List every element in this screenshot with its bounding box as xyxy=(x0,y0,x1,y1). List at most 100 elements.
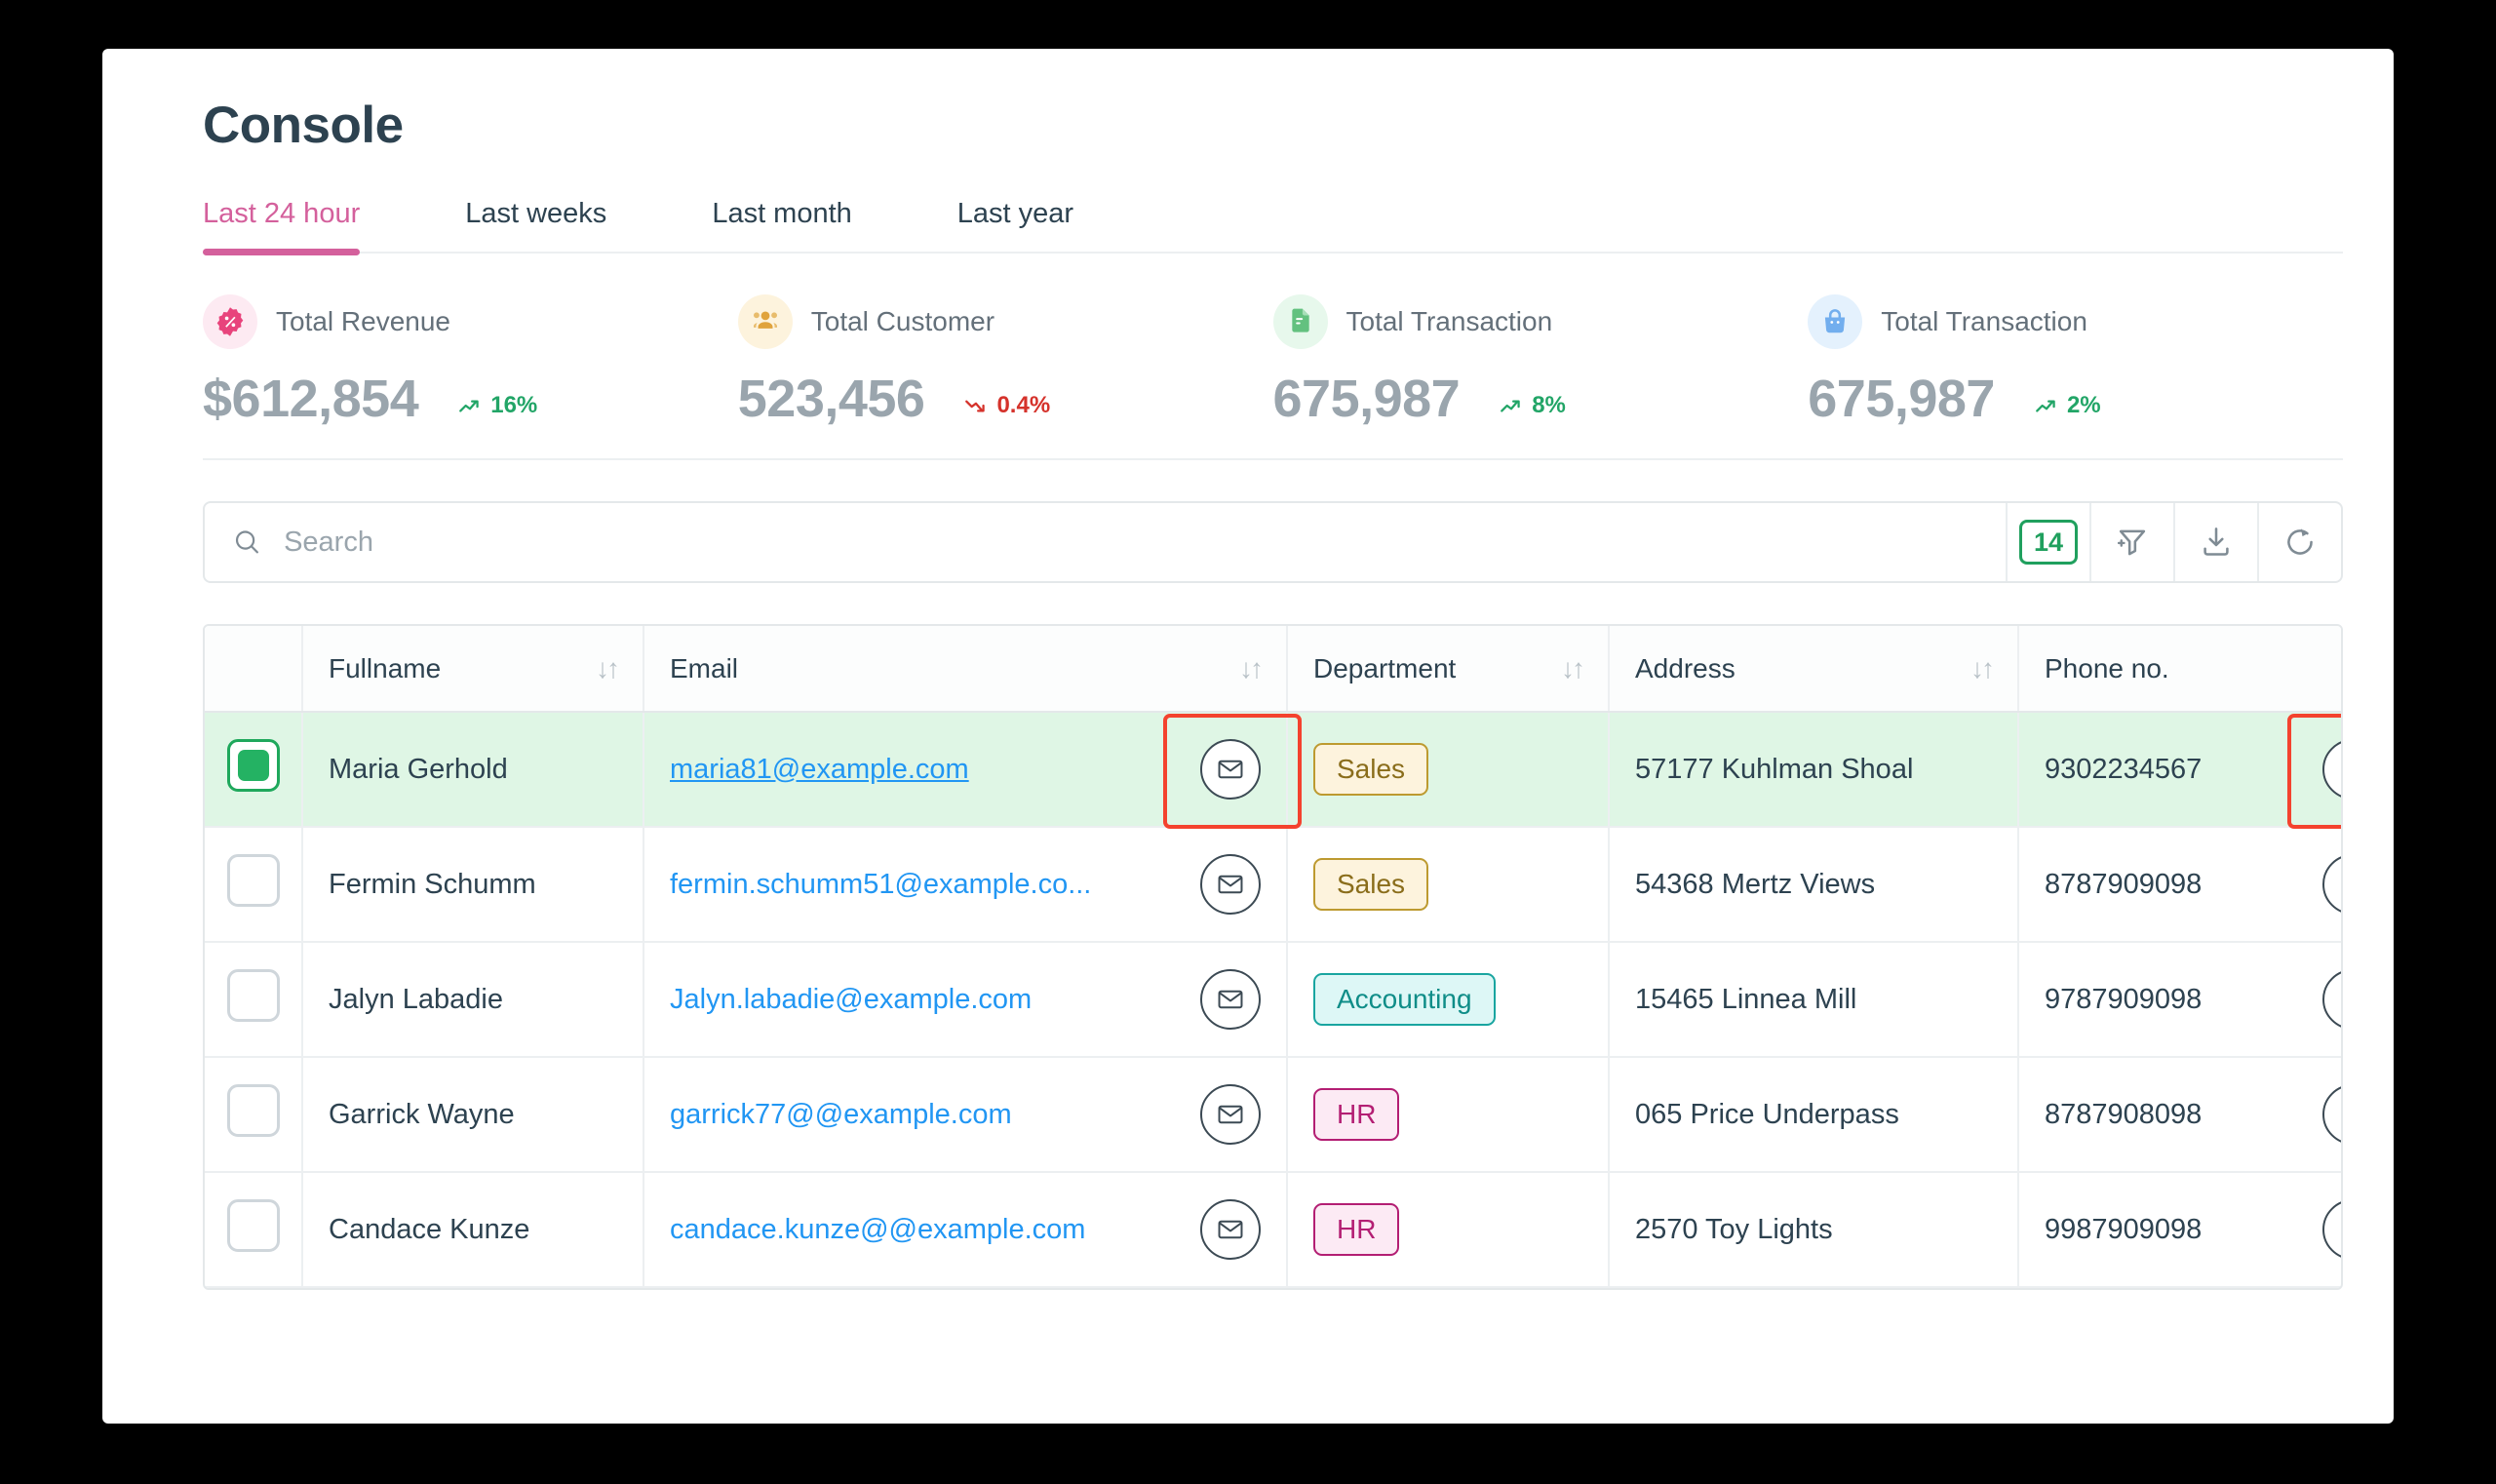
cell-phone: 8787909098 xyxy=(2018,827,2341,943)
address-text: 15465 Linnea Mill xyxy=(1635,983,1857,1015)
page-title: Console xyxy=(203,97,404,154)
send-email-button[interactable] xyxy=(1200,1084,1261,1145)
column-label: Email xyxy=(670,652,739,683)
column-label: Department xyxy=(1313,652,1457,683)
send-email-button[interactable] xyxy=(1200,854,1261,915)
column-header-address[interactable]: Address ↓↑ xyxy=(1609,626,2019,713)
phone-icon xyxy=(2338,985,2343,1014)
email-link[interactable]: garrick77@@example.com xyxy=(670,1099,1012,1131)
discount-percent-icon xyxy=(203,294,257,349)
selection-count-cell[interactable]: 14 xyxy=(2006,503,2089,581)
column-header-email[interactable]: Email ↓↑ xyxy=(644,626,1288,713)
stat-delta: 8% xyxy=(1499,392,1566,425)
cell-address: 065 Price Underpass xyxy=(1609,1057,2019,1173)
column-header-select-all[interactable] xyxy=(205,626,303,713)
stat-value: $612,854 xyxy=(203,370,419,428)
table-row[interactable]: Fermin Schumm fermin.schumm51@example.co.… xyxy=(205,827,2341,943)
send-email-button[interactable] xyxy=(1200,1199,1261,1260)
row-select-cell[interactable] xyxy=(205,712,303,828)
stat-label: Total Customer xyxy=(810,306,995,336)
trend-up-icon xyxy=(1501,400,1520,412)
phone-icon xyxy=(2338,1100,2343,1129)
search-field[interactable] xyxy=(205,503,2006,581)
cell-department: Sales xyxy=(1287,827,1610,943)
call-button[interactable] xyxy=(2322,1084,2343,1145)
stat-value: 675,987 xyxy=(1808,370,1995,428)
email-link[interactable]: maria81@example.com xyxy=(670,754,969,786)
stat-label: Total Transaction xyxy=(1346,306,1553,336)
search-input[interactable] xyxy=(284,526,2006,559)
email-link[interactable]: Jalyn.labadie@example.com xyxy=(670,984,1032,1016)
phone-icon xyxy=(2338,1215,2343,1244)
filter-add-icon xyxy=(2117,529,2146,556)
fullname-text: Fermin Schumm xyxy=(329,868,536,900)
tab-last-month[interactable]: Last month xyxy=(712,198,851,252)
time-range-tabs: Last 24 hour Last weeks Last month Last … xyxy=(203,198,2343,255)
sort-updown-icon[interactable]: ↓↑ xyxy=(1561,653,1585,684)
call-button[interactable] xyxy=(2322,1199,2343,1260)
envelope-icon xyxy=(1218,1220,1243,1239)
envelope-icon xyxy=(1218,760,1243,779)
phone-text: 9302234567 xyxy=(2045,753,2203,785)
download-button[interactable] xyxy=(2173,503,2257,581)
send-email-button[interactable] xyxy=(1200,969,1261,1030)
cell-email: fermin.schumm51@example.co... xyxy=(644,827,1288,943)
column-header-department[interactable]: Department ↓↑ xyxy=(1287,626,1610,713)
table-row[interactable]: Jalyn Labadie Jalyn.labadie@example.com Ac… xyxy=(205,942,2343,1058)
email-link[interactable]: fermin.schumm51@example.co... xyxy=(670,869,1091,901)
row-checkbox[interactable] xyxy=(226,854,280,907)
stat-delta-value: 16% xyxy=(490,392,538,418)
column-label: Address xyxy=(1635,652,1736,683)
column-header-fullname[interactable]: Fullname ↓↑ xyxy=(302,626,644,713)
stat-value: 675,987 xyxy=(1272,370,1461,428)
data-table: Fullname ↓↑ Email ↓↑ Department ↓↑ Addre… xyxy=(203,624,2343,1290)
address-text: 54368 Mertz Views xyxy=(1635,868,1876,900)
tab-last-weeks[interactable]: Last weeks xyxy=(465,198,606,252)
envelope-icon xyxy=(1218,875,1243,894)
tab-last-24-hour[interactable]: Last 24 hour xyxy=(203,198,361,255)
row-select-cell[interactable] xyxy=(205,827,303,943)
envelope-icon xyxy=(1218,990,1243,1009)
cell-phone: 9787909098 xyxy=(2018,942,2343,1058)
cell-department: HR xyxy=(1287,1057,1610,1173)
cell-email: garrick77@@example.com xyxy=(644,1057,1288,1173)
row-checkbox[interactable] xyxy=(226,739,280,792)
sort-updown-icon[interactable]: ↓↑ xyxy=(596,653,620,684)
cell-fullname: Garrick Wayne xyxy=(302,1057,644,1173)
sort-updown-icon[interactable]: ↓↑ xyxy=(1970,653,1995,684)
cell-email: candace.kunze@@example.com xyxy=(644,1172,1288,1288)
email-link[interactable]: candace.kunze@@example.com xyxy=(670,1214,1085,1246)
stat-value: 523,456 xyxy=(737,370,925,428)
row-checkbox[interactable] xyxy=(226,969,280,1022)
table-row[interactable]: Maria Gerhold maria81@example.com Sales 571… xyxy=(205,712,2341,828)
row-checkbox[interactable] xyxy=(226,1199,280,1252)
row-checkbox[interactable] xyxy=(226,1084,280,1137)
column-label: Phone no. xyxy=(2045,652,2169,683)
cell-phone: 9987909098 xyxy=(2018,1172,2343,1288)
row-select-cell[interactable] xyxy=(205,1057,303,1173)
refresh-button[interactable] xyxy=(2257,503,2341,581)
stats-row: Total Revenue $612,854 16% Total Custome… xyxy=(203,254,2343,460)
send-email-button[interactable] xyxy=(1200,739,1261,800)
trend-up-icon xyxy=(2036,400,2055,412)
cell-fullname: Maria Gerhold xyxy=(302,712,644,828)
call-button[interactable] xyxy=(2322,739,2341,800)
call-button[interactable] xyxy=(2322,854,2341,915)
filter-button[interactable] xyxy=(2089,503,2173,581)
sort-updown-icon[interactable]: ↓↑ xyxy=(1239,653,1264,684)
tab-last-year[interactable]: Last year xyxy=(957,198,1073,252)
address-text: 2570 Toy Lights xyxy=(1635,1213,1833,1245)
fullname-text: Garrick Wayne xyxy=(329,1098,515,1130)
cell-address: 54368 Mertz Views xyxy=(1609,827,2019,943)
call-button[interactable] xyxy=(2322,969,2343,1030)
stat-card-total-customer: Total Customer 523,456 0.4% xyxy=(737,294,1273,428)
table-row[interactable]: Garrick Wayne garrick77@@example.com HR 065… xyxy=(205,1057,2343,1173)
cell-department: Accounting xyxy=(1287,942,1610,1058)
column-header-phone[interactable]: Phone no. ↓↑ xyxy=(2018,626,2341,713)
stat-label: Total Revenue xyxy=(276,306,451,336)
row-select-cell[interactable] xyxy=(205,1172,303,1288)
row-select-cell[interactable] xyxy=(205,942,303,1058)
envelope-icon xyxy=(1218,1105,1243,1124)
table-row[interactable]: Candace Kunze candace.kunze@@example.com H… xyxy=(205,1172,2343,1288)
stat-delta: 2% xyxy=(2034,392,2101,425)
